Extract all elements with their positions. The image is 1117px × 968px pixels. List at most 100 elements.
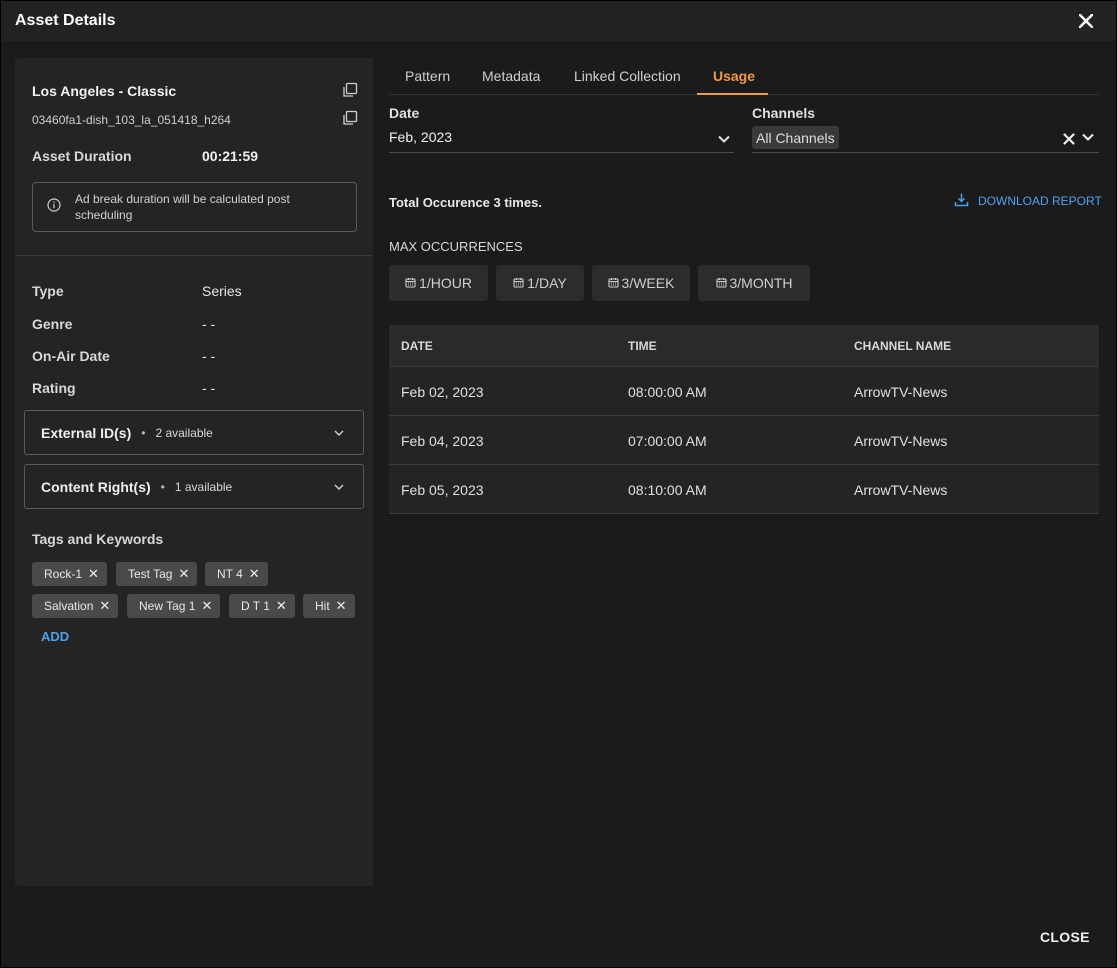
remove-tag-icon[interactable]: ✕ bbox=[249, 566, 260, 582]
dialog-title: Asset Details bbox=[15, 12, 116, 29]
tag-label: Salvation bbox=[44, 599, 94, 613]
external-ids-count: 2 available bbox=[155, 425, 213, 440]
ad-break-info-box: Ad break duration will be calculated pos… bbox=[32, 182, 357, 232]
download-icon bbox=[954, 192, 969, 210]
usage-table: DATE TIME CHANNEL NAME Feb 02, 2023 08:0… bbox=[389, 325, 1099, 514]
tag-label: Test Tag bbox=[128, 567, 173, 581]
chevron-down-icon bbox=[333, 426, 345, 444]
type-value: Series bbox=[202, 283, 242, 299]
tag-chip: NT 4 ✕ bbox=[205, 562, 268, 586]
calendar-icon bbox=[607, 275, 619, 291]
frequency-label: 1/HOUR bbox=[419, 275, 472, 291]
content-rights-title: Content Right(s) bbox=[41, 478, 151, 495]
date-filter-label: Date bbox=[389, 105, 420, 121]
on-air-date-label: On-Air Date bbox=[32, 348, 110, 364]
external-ids-title: External ID(s) bbox=[41, 424, 132, 441]
remove-tag-icon[interactable]: ✕ bbox=[336, 598, 347, 614]
frequency-label: 3/WEEK bbox=[621, 275, 675, 291]
tag-chip: D T 1 ✕ bbox=[229, 594, 295, 618]
frequency-label: 3/MONTH bbox=[729, 275, 793, 291]
download-report-button[interactable]: DOWNLOAD REPORT bbox=[954, 192, 1102, 210]
tag-label: New Tag 1 bbox=[139, 599, 196, 613]
max-occurrences-title: MAX OCCURRENCES bbox=[389, 239, 523, 254]
remove-tag-icon[interactable]: ✕ bbox=[178, 566, 189, 582]
tag-chip: New Tag 1 ✕ bbox=[127, 594, 221, 618]
external-ids-accordion[interactable]: External ID(s) • 2 available bbox=[24, 410, 364, 455]
date-select-value: Feb, 2023 bbox=[389, 129, 453, 145]
cell-date: Feb 04, 2023 bbox=[401, 433, 484, 449]
column-header-time: TIME bbox=[628, 339, 657, 353]
info-text: Ad break duration will be calculated pos… bbox=[75, 192, 290, 222]
date-select[interactable]: Feb, 2023 bbox=[389, 123, 734, 153]
cell-date: Feb 05, 2023 bbox=[401, 482, 484, 498]
asset-duration-label: Asset Duration bbox=[32, 148, 132, 164]
active-tab-indicator bbox=[697, 93, 768, 95]
copy-name-icon[interactable] bbox=[342, 82, 358, 98]
rating-label: Rating bbox=[32, 380, 76, 396]
rating-value: - - bbox=[202, 380, 216, 396]
asset-name: Los Angeles - Classic bbox=[32, 83, 177, 99]
remove-tag-icon[interactable]: ✕ bbox=[88, 566, 99, 582]
table-row: Feb 05, 2023 08:10:00 AM ArrowTV-News bbox=[389, 465, 1099, 514]
frequency-3-week-button[interactable]: 3/WEEK bbox=[592, 265, 690, 301]
total-occurrence-text: Total Occurence 3 times. bbox=[389, 195, 542, 210]
info-icon bbox=[47, 197, 61, 217]
remove-tag-icon[interactable]: ✕ bbox=[276, 598, 287, 614]
channels-chip-label: All Channels bbox=[756, 129, 835, 146]
calendar-icon bbox=[513, 275, 524, 291]
separator-dot: • bbox=[160, 479, 165, 494]
tag-chip: Test Tag ✕ bbox=[116, 562, 198, 586]
tab-pattern[interactable]: Pattern bbox=[405, 68, 450, 84]
tag-chip: Rock-1 ✕ bbox=[32, 562, 107, 586]
tab-linked-collection[interactable]: Linked Collection bbox=[574, 68, 681, 84]
date-underline bbox=[389, 152, 734, 153]
dialog-header: Asset Details bbox=[1, 1, 1116, 41]
chevron-down-icon bbox=[333, 480, 345, 498]
divider bbox=[15, 255, 373, 256]
tab-metadata[interactable]: Metadata bbox=[482, 68, 540, 84]
channels-chip[interactable]: All Channels bbox=[752, 126, 839, 149]
calendar-icon bbox=[715, 275, 727, 291]
type-label: Type bbox=[32, 283, 64, 299]
cell-channel: ArrowTV-News bbox=[854, 482, 948, 498]
asset-duration-value: 00:21:59 bbox=[202, 148, 259, 164]
remove-tag-icon[interactable]: ✕ bbox=[201, 598, 212, 614]
close-button[interactable]: CLOSE bbox=[1040, 929, 1090, 945]
asset-info-panel: Los Angeles - Classic 03460fa1-dish_103_… bbox=[15, 58, 373, 886]
cell-time: 07:00:00 AM bbox=[628, 433, 707, 449]
add-tag-button[interactable]: ADD bbox=[41, 629, 69, 644]
cell-time: 08:10:00 AM bbox=[628, 482, 707, 498]
channels-underline bbox=[752, 152, 1099, 153]
column-header-date: DATE bbox=[401, 339, 433, 353]
chevron-down-icon bbox=[717, 132, 731, 151]
cell-channel: ArrowTV-News bbox=[854, 384, 948, 400]
close-icon[interactable] bbox=[1076, 11, 1096, 31]
remove-tag-icon[interactable]: ✕ bbox=[99, 598, 110, 614]
calendar-icon bbox=[405, 275, 416, 291]
frequency-label: 1/DAY bbox=[527, 275, 567, 291]
column-header-channel-name: CHANNEL NAME bbox=[854, 339, 952, 353]
chevron-down-icon[interactable] bbox=[1081, 130, 1095, 149]
on-air-date-value: - - bbox=[202, 348, 216, 364]
copy-id-icon[interactable] bbox=[342, 110, 358, 126]
cell-channel: ArrowTV-News bbox=[854, 433, 948, 449]
frequency-1-day-button[interactable]: 1/DAY bbox=[496, 265, 584, 301]
download-report-label: DOWNLOAD REPORT bbox=[978, 194, 1102, 208]
tags-title: Tags and Keywords bbox=[32, 531, 164, 547]
separator-dot: • bbox=[141, 425, 146, 440]
tag-label: D T 1 bbox=[241, 599, 270, 613]
table-row: Feb 04, 2023 07:00:00 AM ArrowTV-News bbox=[389, 416, 1099, 465]
tab-usage[interactable]: Usage bbox=[713, 68, 755, 84]
tag-label: Rock-1 bbox=[44, 567, 83, 581]
genre-label: Genre bbox=[32, 316, 73, 332]
tag-chip: Hit ✕ bbox=[303, 594, 355, 618]
cell-date: Feb 02, 2023 bbox=[401, 384, 484, 400]
tab-bar: Pattern Metadata Linked Collection Usage bbox=[389, 58, 1099, 95]
frequency-1-hour-button[interactable]: 1/HOUR bbox=[389, 265, 488, 301]
cell-time: 08:00:00 AM bbox=[628, 384, 707, 400]
content-rights-accordion[interactable]: Content Right(s) • 1 available bbox=[24, 464, 364, 509]
genre-value: - - bbox=[202, 316, 216, 332]
clear-channels-icon[interactable] bbox=[1063, 132, 1075, 150]
tag-label: NT 4 bbox=[217, 567, 243, 581]
frequency-3-month-button[interactable]: 3/MONTH bbox=[698, 265, 810, 301]
